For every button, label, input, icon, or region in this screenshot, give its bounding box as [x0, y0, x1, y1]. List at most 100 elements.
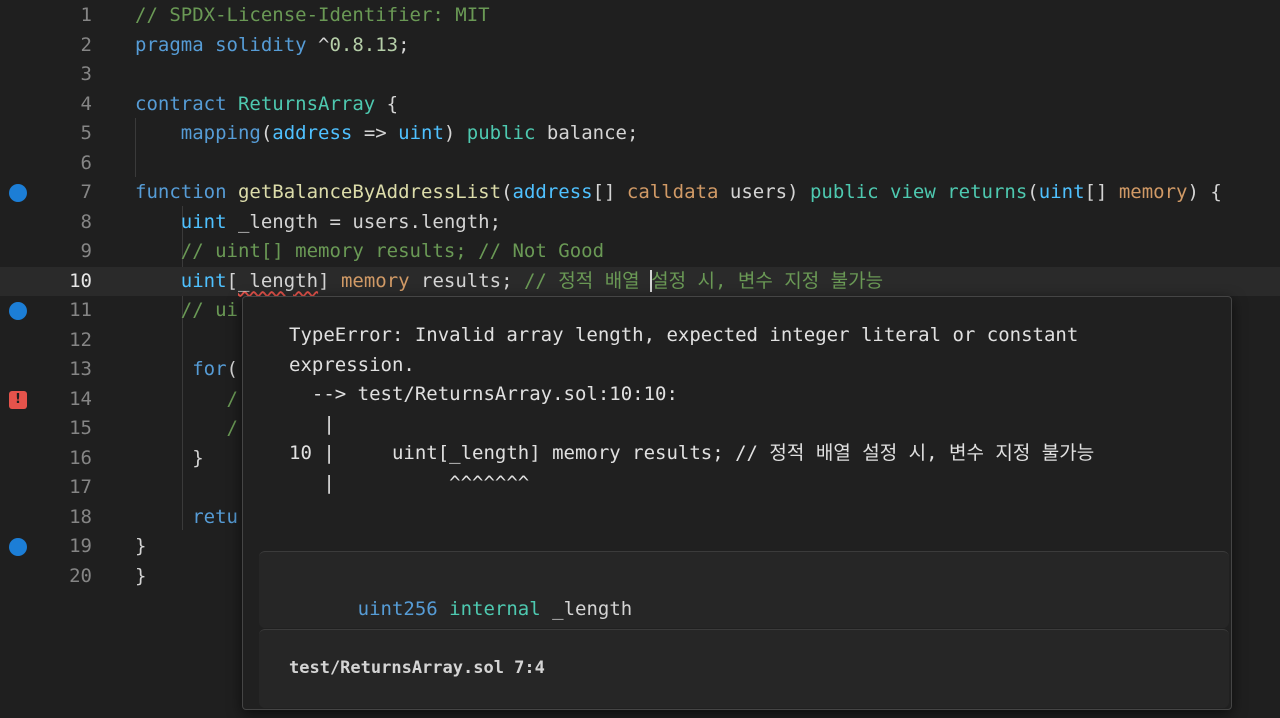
- code-token: }: [135, 446, 204, 469]
- code-line[interactable]: 3: [0, 60, 1280, 90]
- error-message-line: expression.: [289, 353, 415, 376]
- code-token: uint: [180, 210, 238, 233]
- code-text[interactable]: // uint[] memory results; // Not Good: [135, 237, 604, 267]
- code-token: public view returns: [809, 181, 1028, 203]
- error-squiggle[interactable]: _length: [238, 270, 318, 292]
- location-panel: test/ReturnsArray.sol 7:4: [259, 629, 1229, 708]
- code-line[interactable]: 7 function getBalanceByAddressList(addres…: [0, 178, 1280, 208]
- code-text[interactable]: function getBalanceByAddressList ( address…: [135, 178, 1222, 208]
- code-token: ]: [318, 269, 341, 292]
- code-token: []: [592, 181, 627, 203]
- code-token: function: [135, 181, 238, 203]
- code-token: users): [729, 181, 810, 203]
- code-token: memory: [340, 269, 422, 292]
- code-text[interactable]: retu: [135, 503, 238, 533]
- code-line[interactable]: 8 uint _length = users.length;: [0, 208, 1280, 238]
- line-number: 6: [80, 151, 92, 174]
- symbol-type: uint256: [357, 598, 438, 620]
- code-token: calldata: [626, 181, 730, 203]
- error-message-line: |: [289, 412, 335, 435]
- line-number: 11: [69, 299, 92, 321]
- code-token: 0.8.13: [329, 33, 399, 56]
- code-token: getBalanceByAddressList: [237, 181, 502, 203]
- line-number: 3: [80, 63, 92, 85]
- code-token: pragma: [135, 33, 216, 56]
- symbol-visibility: internal: [449, 598, 541, 620]
- breakpoint-icon[interactable]: [9, 302, 27, 320]
- line-number: 14: [69, 387, 92, 410]
- breakpoint-icon[interactable]: [9, 184, 27, 202]
- code-text[interactable]: for(: [135, 355, 238, 385]
- code-token: uint: [180, 269, 227, 292]
- code-token: {: [386, 92, 399, 115]
- hover-tooltip: TypeError: Invalid array length, expecte…: [242, 296, 1232, 710]
- code-line[interactable]: 6: [0, 149, 1280, 179]
- code-token: /: [226, 417, 238, 439]
- code-token: _length = users.length;: [237, 210, 502, 233]
- line-number: 9: [80, 240, 92, 262]
- symbol-info-panel: uint256 internal _length: [259, 551, 1229, 628]
- line-number: 16: [69, 446, 92, 469]
- code-text[interactable]: contract ReturnsArray {: [135, 90, 398, 120]
- code-line[interactable]: 2 pragma solidity ^0.8.13;: [0, 31, 1280, 61]
- breakpoint-icon[interactable]: [9, 538, 27, 556]
- code-token: }: [135, 564, 147, 587]
- line-number: 5: [80, 122, 92, 144]
- error-message-line: TypeError: Invalid array length, expecte…: [289, 324, 1079, 346]
- code-text[interactable]: /: [135, 414, 238, 444]
- line-number: 18: [69, 505, 92, 528]
- code-token: =>: [352, 122, 399, 144]
- code-token: ) {: [1187, 181, 1222, 203]
- line-number: 4: [80, 92, 92, 115]
- code-token: (: [260, 122, 273, 144]
- code-token: 설정 시, 변수 지정 불가능: [651, 269, 884, 292]
- code-token: mapping: [180, 122, 261, 144]
- code-token: (: [226, 358, 238, 380]
- line-number: 10: [69, 269, 92, 292]
- code-token: [: [226, 269, 238, 292]
- code-token: []: [1084, 181, 1119, 203]
- code-text[interactable]: // ui: [135, 296, 238, 326]
- line-number: 8: [80, 210, 92, 233]
- code-line[interactable]: 9 // uint[] memory results; // Not Good: [0, 237, 1280, 267]
- error-message-line: 10 | uint[_length] memory results; // 정적…: [289, 442, 1095, 464]
- code-token: retu: [192, 505, 238, 528]
- error-icon[interactable]: !: [9, 390, 27, 409]
- code-token: uint: [398, 122, 444, 144]
- code-text[interactable]: /: [135, 385, 238, 415]
- code-text[interactable]: pragma solidity ^0.8.13;: [135, 31, 410, 61]
- code-line[interactable]: 1 // SPDX-License-Identifier: MIT: [0, 1, 1280, 31]
- code-line[interactable]: 4 contract ReturnsArray {: [0, 90, 1280, 120]
- code-line[interactable]: 10 uint[_length] memory results; // 정적 배…: [0, 266, 1280, 297]
- line-number: 2: [80, 33, 92, 56]
- code-text[interactable]: }: [135, 562, 146, 592]
- error-message-line: --> test/ReturnsArray.sol:10:10:: [289, 383, 678, 405]
- code-token: // ui: [180, 299, 238, 321]
- code-token: ): [443, 122, 467, 144]
- code-token: public: [466, 122, 547, 144]
- code-token: /: [226, 387, 238, 410]
- code-text[interactable]: }: [135, 532, 146, 562]
- line-number: 1: [80, 4, 92, 26]
- code-text[interactable]: mapping(address => uint) public balance;: [135, 119, 639, 149]
- code-line[interactable]: 5 mapping(address => uint) public balanc…: [0, 119, 1280, 149]
- code-token: ReturnsArray: [237, 92, 387, 115]
- code-token: address: [512, 181, 593, 203]
- line-number: 12: [69, 328, 92, 351]
- symbol-location-link[interactable]: test/ReturnsArray.sol 7:4: [289, 658, 545, 678]
- code-token: // SPDX-License-Identifier: MIT: [135, 4, 490, 26]
- code-token: results;: [421, 269, 524, 292]
- code-text[interactable]: // SPDX-License-Identifier: MIT: [135, 1, 490, 31]
- code-token: address: [272, 122, 353, 144]
- symbol-name: _length: [552, 598, 633, 620]
- code-text[interactable]: uint _length = users.length;: [135, 208, 501, 238]
- code-text[interactable]: }: [135, 444, 204, 474]
- code-token: (: [1027, 181, 1039, 203]
- code-text[interactable]: uint[_length] memory results; // 정적 배열 설…: [135, 267, 883, 297]
